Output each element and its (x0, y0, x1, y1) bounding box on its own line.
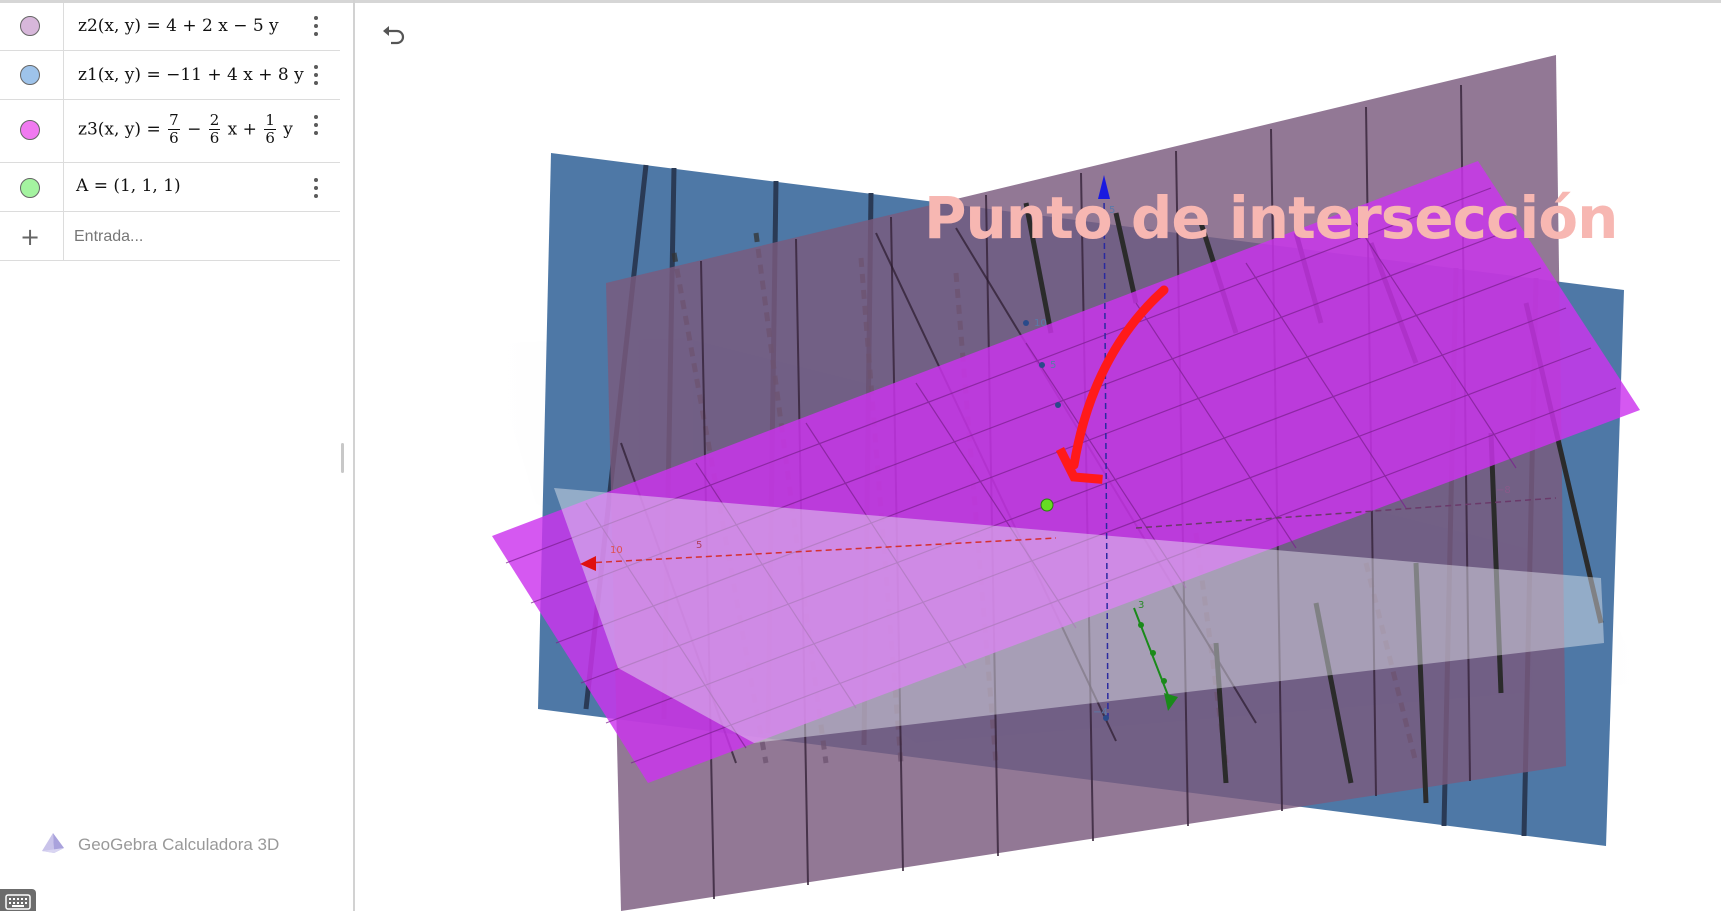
marble-cell (0, 100, 64, 162)
function-name: z2(x, y) (78, 16, 142, 36)
visibility-toggle-z3[interactable] (20, 120, 40, 140)
panel-resize-handle[interactable] (341, 443, 344, 473)
marble-cell (0, 3, 64, 50)
keyboard-icon (5, 894, 31, 910)
tick-label-y-neg: −8 (1496, 485, 1511, 496)
function-rhs: −11 + 4 x + 8 y (166, 65, 304, 85)
equals-sign: = (93, 176, 108, 196)
point-coordinates: (1, 1, 1) (113, 176, 181, 196)
input-row[interactable]: + Entrada... (0, 212, 340, 261)
more-options-icon-z1[interactable] (308, 63, 324, 87)
function-rhs: 4 + 2 x − 5 y (166, 16, 279, 36)
graphics-3d-view[interactable]: 10 5 5 −4 10 5 −8 3 Punto de intersecció… (356, 3, 1721, 911)
fraction-1-6: 1 6 (264, 111, 276, 147)
pyramid-icon (42, 833, 64, 853)
point-name: A (76, 176, 89, 196)
tick-label-z-10: 10 (1034, 318, 1047, 329)
marble-cell (0, 163, 64, 211)
plus-icon[interactable]: + (20, 225, 40, 249)
algebra-view: z2(x, y) = 4 + 2 x − 5 y z1(x, y) = −11 … (0, 3, 344, 911)
3d-scene[interactable]: 10 5 5 −4 10 5 −8 3 (356, 3, 1721, 911)
point-a[interactable] (1040, 498, 1054, 512)
algebra-row-point-a[interactable]: A = (1, 1, 1) (0, 163, 340, 212)
tick-label-z-5: 5 (1050, 360, 1056, 371)
tick-label-z-neg: −4 (1093, 707, 1108, 718)
more-options-icon-z2[interactable] (308, 14, 324, 38)
expression-z1[interactable]: z1(x, y) = −11 + 4 x + 8 y (78, 65, 304, 85)
panel-divider[interactable] (353, 0, 355, 911)
visibility-toggle-z1[interactable] (20, 65, 40, 85)
expression-z3[interactable]: z3(x, y) = 7 6 − 2 6 x + 1 6 y (78, 112, 293, 147)
input-bar[interactable]: Entrada... (74, 228, 143, 246)
expression-z2[interactable]: z2(x, y) = 4 + 2 x − 5 y (78, 16, 279, 36)
equals-sign: = (146, 16, 161, 36)
geogebra-app: z2(x, y) = 4 + 2 x − 5 y z1(x, y) = −11 … (0, 0, 1721, 911)
visibility-toggle-z2[interactable] (20, 16, 40, 36)
fraction-2-6: 2 6 (208, 111, 221, 147)
function-name: z3(x, y) (78, 119, 142, 140)
equals-sign: = (146, 119, 161, 140)
tick-label-x-5: 5 (696, 540, 702, 551)
annotation-label[interactable]: Punto de intersección (924, 189, 1618, 247)
app-name: GeoGebra Calculadora 3D (78, 835, 280, 854)
visibility-toggle-a[interactable] (20, 178, 40, 198)
equals-sign: = (146, 65, 161, 85)
function-name: z1(x, y) (78, 65, 142, 85)
expression-a[interactable]: A = (1, 1, 1) (76, 176, 181, 196)
geogebra-logo: GeoGebra Calculadora 3D (40, 831, 279, 857)
tick-label-green: 3 (1138, 600, 1144, 611)
algebra-row-z2[interactable]: z2(x, y) = 4 + 2 x − 5 y (0, 3, 340, 51)
fraction-7-6: 7 6 (168, 111, 180, 147)
keyboard-button[interactable] (0, 889, 36, 911)
algebra-row-z1[interactable]: z1(x, y) = −11 + 4 x + 8 y (0, 51, 340, 100)
marble-cell: + (0, 212, 64, 260)
algebra-row-z3[interactable]: z3(x, y) = 7 6 − 2 6 x + 1 6 y (0, 100, 340, 163)
tick-label-x-10: 10 (610, 545, 623, 556)
marble-cell (0, 51, 64, 99)
more-options-icon-a[interactable] (308, 176, 324, 200)
more-options-icon-z3[interactable] (308, 113, 324, 137)
